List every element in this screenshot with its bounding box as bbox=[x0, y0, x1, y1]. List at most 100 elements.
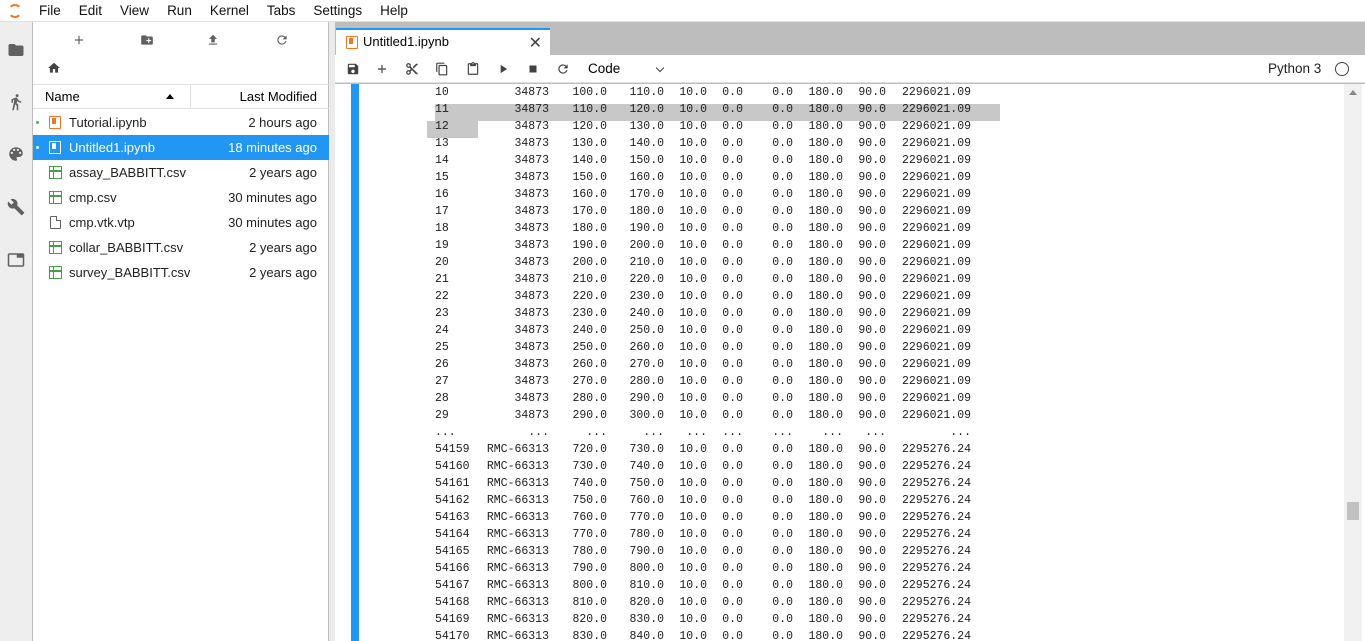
row-index: 10 bbox=[435, 86, 449, 99]
file-name: Tutorial.ipynb bbox=[69, 115, 147, 130]
restart-button[interactable] bbox=[554, 60, 572, 78]
output-cell: 2295276.24 bbox=[901, 443, 971, 456]
output-cell: 90.0 bbox=[858, 613, 886, 626]
run-button[interactable] bbox=[494, 60, 512, 78]
cell-type-select[interactable]: Code bbox=[585, 59, 665, 79]
file-name: survey_BABBITT.csv bbox=[69, 265, 191, 280]
tabs-icon[interactable] bbox=[6, 250, 26, 270]
file-browser: Name Last Modified Tutorial.ipynb 2 hours… bbox=[33, 22, 329, 641]
output-cell: 2296021.09 bbox=[901, 188, 971, 201]
file-browser-toolbar bbox=[33, 26, 329, 52]
file-name: collar_BABBITT.csv bbox=[69, 240, 184, 255]
folder-icon[interactable] bbox=[6, 40, 26, 60]
output-cell: 2296021.09 bbox=[901, 273, 971, 286]
row-index: 11 bbox=[435, 103, 449, 116]
new-folder-button[interactable] bbox=[137, 30, 157, 50]
output-cell: ... bbox=[865, 426, 886, 439]
output-cell: 90.0 bbox=[858, 239, 886, 252]
palette-icon[interactable] bbox=[6, 144, 26, 164]
scroll-up-icon[interactable] bbox=[1349, 90, 1357, 95]
row-index: 29 bbox=[435, 409, 449, 422]
insert-cell-button[interactable] bbox=[373, 60, 391, 78]
stop-button[interactable] bbox=[524, 60, 542, 78]
refresh-button[interactable] bbox=[272, 30, 292, 50]
cut-button[interactable] bbox=[403, 60, 421, 78]
output-cell: 2296021.09 bbox=[901, 205, 971, 218]
output-cell: 2296021.09 bbox=[901, 154, 971, 167]
chevron-down-icon bbox=[655, 63, 665, 73]
column-header-modified[interactable]: Last Modified bbox=[191, 85, 329, 108]
kernel-name[interactable]: Python 3 bbox=[1268, 61, 1321, 76]
sort-ascending-icon bbox=[166, 94, 174, 99]
menu-settings[interactable]: Settings bbox=[304, 0, 371, 22]
output-cell: 2295276.24 bbox=[901, 630, 971, 641]
row-index: 54168 bbox=[435, 596, 470, 609]
file-row[interactable]: assay_BABBITT.csv 2 years ago bbox=[33, 160, 329, 185]
output-cell: 90.0 bbox=[858, 630, 886, 641]
row-index: 23 bbox=[435, 307, 449, 320]
output-cell: 90.0 bbox=[858, 528, 886, 541]
menu-kernel[interactable]: Kernel bbox=[201, 0, 258, 22]
running-icon[interactable] bbox=[6, 92, 26, 112]
output-cell: 2296021.09 bbox=[901, 392, 971, 405]
tab-untitled1[interactable]: Untitled1.ipynb ✕ bbox=[336, 28, 550, 55]
output-cell: 2296021.09 bbox=[901, 290, 971, 303]
row-index: ... bbox=[435, 426, 456, 439]
menu-help[interactable]: Help bbox=[371, 0, 417, 22]
menu-edit[interactable]: Edit bbox=[70, 0, 111, 22]
file-row[interactable]: Untitled1.ipynb 18 minutes ago bbox=[33, 135, 329, 160]
jupyter-logo-icon bbox=[0, 0, 30, 22]
upload-button[interactable] bbox=[203, 30, 223, 50]
spreadsheet-icon bbox=[47, 190, 63, 205]
close-icon[interactable]: ✕ bbox=[529, 33, 542, 53]
output-cell: 2295276.24 bbox=[901, 511, 971, 524]
scrollbar-thumb[interactable] bbox=[1347, 502, 1359, 520]
file-modified: 30 minutes ago bbox=[228, 190, 317, 205]
menu-run[interactable]: Run bbox=[158, 0, 201, 22]
output-cell: 90.0 bbox=[858, 511, 886, 524]
output-cell: 90.0 bbox=[858, 409, 886, 422]
row-index: 54167 bbox=[435, 579, 470, 592]
file-row[interactable]: cmp.vtk.vtp 30 minutes ago bbox=[33, 210, 329, 235]
menu-view[interactable]: View bbox=[111, 0, 158, 22]
vertical-scrollbar[interactable] bbox=[1344, 84, 1362, 641]
output-cell: 2296021.09 bbox=[901, 86, 971, 99]
save-button[interactable] bbox=[344, 60, 362, 78]
paste-button[interactable] bbox=[464, 60, 482, 78]
output-cell: 90.0 bbox=[858, 596, 886, 609]
activity-bar bbox=[0, 22, 33, 641]
copy-button[interactable] bbox=[433, 60, 451, 78]
output-cell: 90.0 bbox=[858, 103, 886, 116]
menu-file[interactable]: File bbox=[30, 0, 70, 22]
running-indicator-icon bbox=[36, 146, 39, 149]
file-modified: 18 minutes ago bbox=[228, 140, 317, 155]
column-header-name[interactable]: Name bbox=[33, 85, 191, 108]
output-cell: 90.0 bbox=[858, 222, 886, 235]
output-cell: 90.0 bbox=[858, 392, 886, 405]
file-row[interactable]: Tutorial.ipynb 2 hours ago bbox=[33, 110, 329, 135]
column-header-name-label: Name bbox=[45, 89, 80, 104]
home-icon[interactable] bbox=[47, 61, 67, 79]
output-cell: 90.0 bbox=[858, 341, 886, 354]
output-cell: 2296021.09 bbox=[901, 358, 971, 371]
row-index: 14 bbox=[435, 154, 449, 167]
file-modified: 2 hours ago bbox=[248, 115, 317, 130]
output-cell: 90.0 bbox=[858, 273, 886, 286]
file-row[interactable]: collar_BABBITT.csv 2 years ago bbox=[33, 235, 329, 260]
notebook-toolbar: Code Python 3 bbox=[335, 55, 1365, 83]
output-cell: 2296021.09 bbox=[901, 409, 971, 422]
file-row[interactable]: cmp.csv 30 minutes ago bbox=[33, 185, 329, 210]
wrench-icon[interactable] bbox=[6, 197, 26, 217]
menu-tabs[interactable]: Tabs bbox=[258, 0, 305, 22]
row-index: 26 bbox=[435, 358, 449, 371]
file-name: assay_BABBITT.csv bbox=[69, 165, 187, 180]
notebook-icon bbox=[346, 36, 358, 49]
spreadsheet-icon bbox=[47, 240, 63, 255]
output-cell: 2296021.09 bbox=[901, 324, 971, 337]
output-cell: 2295276.24 bbox=[901, 545, 971, 558]
output-cell: 2296021.09 bbox=[901, 120, 971, 133]
file-row[interactable]: survey_BABBITT.csv 2 years ago bbox=[33, 260, 329, 285]
row-index: 25 bbox=[435, 341, 449, 354]
row-index: 28 bbox=[435, 392, 449, 405]
new-launcher-button[interactable] bbox=[69, 30, 89, 50]
